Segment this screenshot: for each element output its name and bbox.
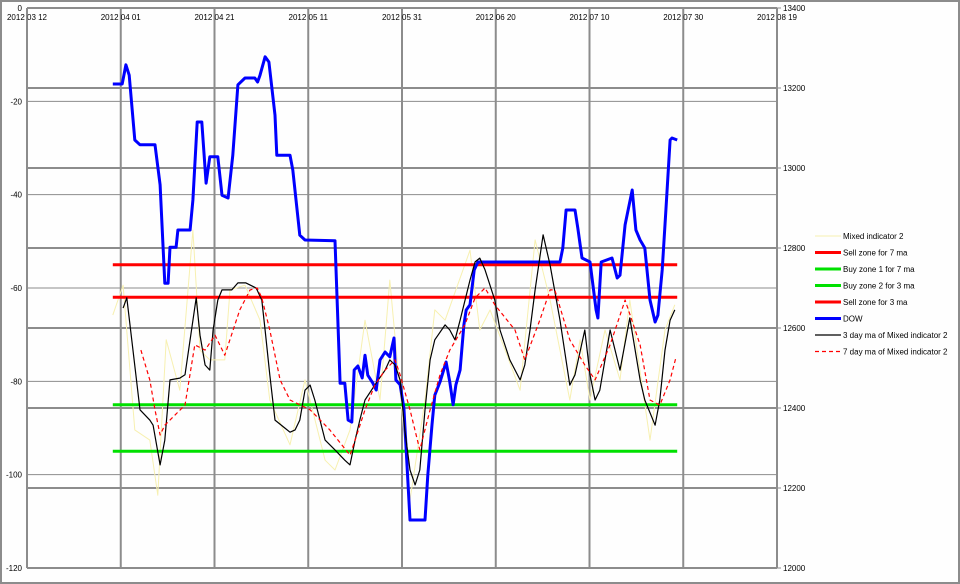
legend-label: Sell zone for 7 ma: [843, 249, 908, 258]
x-tick-label: 2012 04 01: [101, 13, 142, 22]
legend-label: DOW: [843, 315, 863, 324]
right-y-tick-label: 13400: [783, 4, 806, 13]
right-y-tick-label: 12800: [783, 244, 806, 253]
left-y-tick-label: -60: [10, 284, 22, 293]
x-tick-label: 2012 07 30: [663, 13, 704, 22]
legend-label: Buy zone 2 for 3 ma: [843, 282, 915, 291]
left-y-tick-label: -20: [10, 97, 22, 106]
right-y-tick-label: 12600: [783, 324, 806, 333]
x-tick-label: 2012 06 20: [476, 13, 517, 22]
legend-label: Buy zone 1 for 7 ma: [843, 265, 915, 274]
legend-label: Mixed indicator 2: [843, 232, 904, 241]
x-tick-label: 2012 05 11: [289, 13, 329, 22]
right-y-tick-label: 12400: [783, 404, 806, 413]
legend-label: 7 day ma of Mixed indicator 2: [843, 348, 948, 357]
right-y-tick-label: 12200: [783, 484, 806, 493]
left-y-tick-label: 0: [18, 4, 23, 13]
right-y-tick-label: 12000: [783, 564, 806, 573]
legend-label: 3 day ma of Mixed indicator 2: [843, 331, 948, 340]
x-tick-label: 2012 07 10: [569, 13, 610, 22]
legend-label: Sell zone for 3 ma: [843, 298, 908, 307]
right-y-tick-label: 13200: [783, 84, 806, 93]
left-y-tick-label: -100: [6, 471, 23, 480]
left-y-tick-label: -40: [10, 191, 22, 200]
left-y-tick-label: -120: [6, 564, 23, 573]
left-y-tick-label: -80: [10, 377, 22, 386]
x-tick-label: 2012 04 21: [194, 13, 235, 22]
line-chart: 0 -20 -40 -60 -80 -100 -120 13400 13200 13000 1280…: [6, 4, 948, 573]
right-y-tick-label: 13000: [783, 164, 806, 173]
x-tick-label: 2012 05 31: [382, 13, 423, 22]
